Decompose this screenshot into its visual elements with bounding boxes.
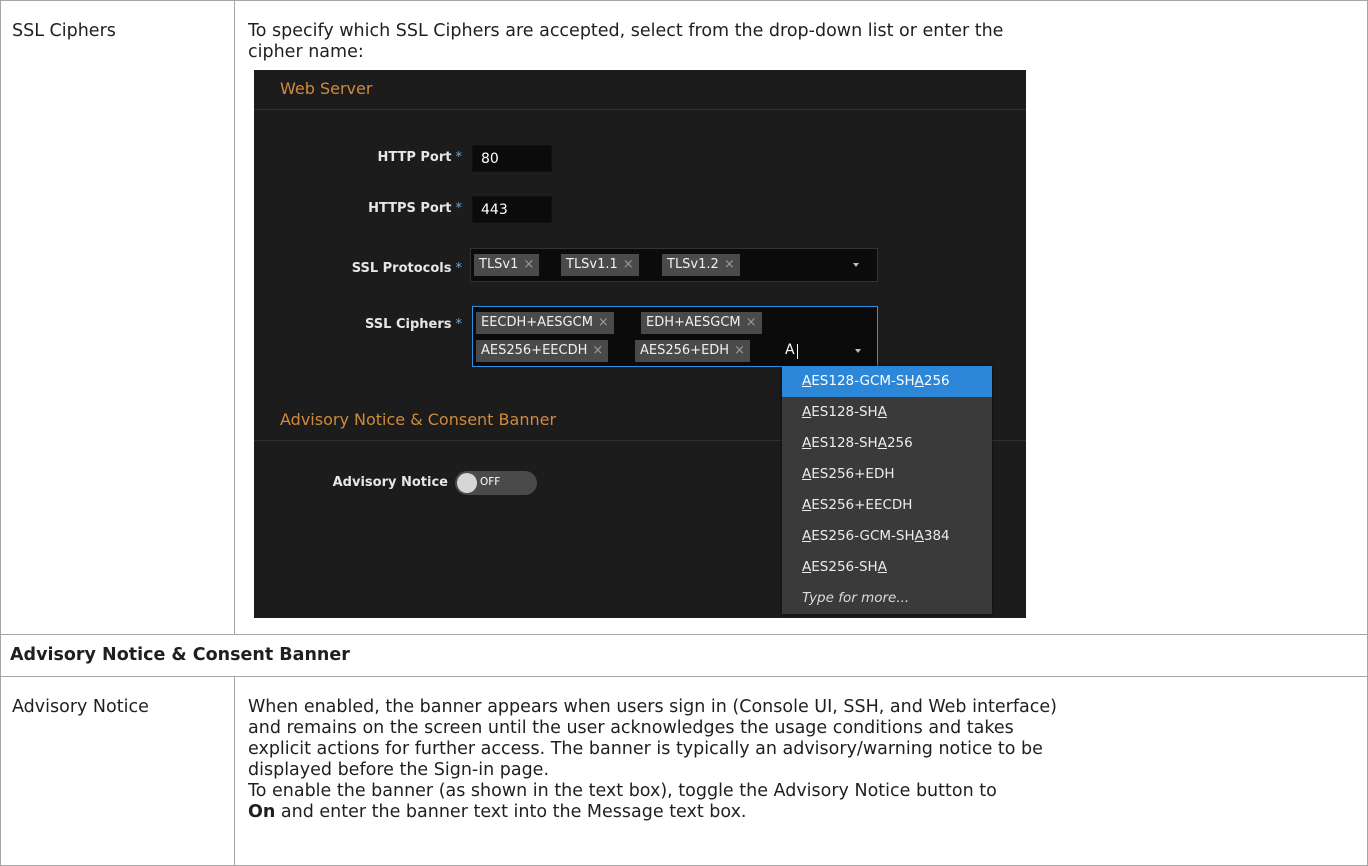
table-column-divider bbox=[234, 676, 235, 866]
section-divider bbox=[254, 109, 1026, 110]
ssl-ciphers-label: SSL Ciphers * bbox=[365, 317, 463, 332]
remove-tag-icon[interactable]: × bbox=[523, 257, 534, 272]
dropdown-option[interactable]: AES256+EECDH bbox=[782, 490, 992, 521]
dropdown-option[interactable]: AES256+EDH bbox=[782, 459, 992, 490]
row-label-ssl-ciphers: SSL Ciphers bbox=[12, 21, 116, 41]
row-description-line: To enable the banner (as shown in the te… bbox=[248, 781, 997, 801]
dropdown-option[interactable]: AES128-SHA bbox=[782, 397, 992, 428]
advisory-notice-heading: Advisory Notice & Consent Banner bbox=[280, 410, 557, 429]
cipher-tag[interactable]: AES256+EDH × bbox=[635, 340, 750, 362]
required-marker: * bbox=[455, 201, 463, 216]
web-server-settings-screenshot: Web Server HTTP Port * 80 HTTPS Port * 443… bbox=[254, 70, 1026, 618]
row-description-line: To specify which SSL Ciphers are accepte… bbox=[248, 21, 1004, 41]
http-port-input[interactable]: 80 bbox=[472, 145, 552, 172]
remove-tag-icon[interactable]: × bbox=[592, 343, 603, 358]
remove-tag-icon[interactable]: × bbox=[598, 315, 609, 330]
row-description-line: On and enter the banner text into the Me… bbox=[248, 802, 747, 822]
cipher-tag[interactable]: EECDH+AESGCM × bbox=[476, 312, 614, 334]
ssl-ciphers-select[interactable]: EECDH+AESGCM × EDH+AESGCM × AES256+EECDH × … bbox=[472, 306, 878, 367]
required-marker: * bbox=[455, 261, 463, 276]
advisory-notice-toggle[interactable]: OFF bbox=[455, 471, 537, 495]
row-description-line: displayed before the Sign-in page. bbox=[248, 760, 550, 780]
advisory-notice-label: Advisory Notice bbox=[332, 475, 448, 490]
toggle-state-label: OFF bbox=[480, 476, 501, 488]
dropdown-option[interactable]: AES128-GCM-SHA256 bbox=[782, 366, 992, 397]
https-port-label: HTTPS Port * bbox=[368, 201, 463, 216]
protocol-tag[interactable]: TLSv1.1 × bbox=[561, 254, 639, 276]
emphasis-on: On bbox=[248, 802, 276, 822]
protocol-tag[interactable]: TLSv1 × bbox=[474, 254, 540, 276]
web-server-heading: Web Server bbox=[280, 79, 373, 98]
remove-tag-icon[interactable]: × bbox=[724, 257, 735, 272]
dropdown-option[interactable]: AES128-SHA256 bbox=[782, 428, 992, 459]
http-port-label: HTTP Port * bbox=[377, 150, 463, 165]
ssl-protocols-label: SSL Protocols * bbox=[351, 261, 463, 276]
section-header: Advisory Notice & Consent Banner bbox=[10, 645, 350, 665]
table-border-left bbox=[0, 0, 1, 866]
required-marker: * bbox=[455, 150, 463, 165]
dropdown-option[interactable]: AES256-SHA bbox=[782, 552, 992, 583]
toggle-knob bbox=[457, 473, 477, 493]
row-description-line: cipher name: bbox=[248, 42, 364, 62]
row-description-line: and remains on the screen until the user… bbox=[248, 718, 1014, 738]
row-description-line: When enabled, the banner appears when us… bbox=[248, 697, 1057, 717]
dropdown-type-for-more: Type for more... bbox=[802, 590, 910, 606]
https-port-input[interactable]: 443 bbox=[472, 196, 552, 223]
cipher-search-text[interactable]: A bbox=[785, 342, 795, 358]
table-row-divider bbox=[0, 634, 1368, 635]
chevron-down-icon[interactable] bbox=[855, 349, 861, 353]
cipher-tag[interactable]: EDH+AESGCM × bbox=[641, 312, 762, 334]
row-description-line: explicit actions for further access. The… bbox=[248, 739, 1043, 759]
ssl-protocols-select[interactable]: TLSv1 × TLSv1.1 × TLSv1.2 × bbox=[470, 248, 878, 282]
table-row-divider bbox=[0, 676, 1368, 677]
cipher-tag[interactable]: AES256+EECDH × bbox=[476, 340, 609, 362]
remove-tag-icon[interactable]: × bbox=[623, 257, 634, 272]
remove-tag-icon[interactable]: × bbox=[734, 343, 745, 358]
chevron-down-icon[interactable] bbox=[853, 263, 859, 267]
protocol-tag[interactable]: TLSv1.2 × bbox=[662, 254, 740, 276]
row-label-advisory-notice: Advisory Notice bbox=[12, 697, 149, 717]
table-border-top bbox=[0, 0, 1368, 1]
dropdown-option[interactable]: AES256-GCM-SHA384 bbox=[782, 521, 992, 552]
cipher-options-dropdown[interactable]: AES128-GCM-SHA256 AES128-SHA AES128-SHA2… bbox=[782, 366, 992, 614]
table-column-divider bbox=[234, 0, 235, 634]
text-cursor bbox=[797, 344, 798, 359]
documentation-table: SSL Ciphers To specify which SSL Ciphers… bbox=[0, 0, 1368, 866]
remove-tag-icon[interactable]: × bbox=[746, 315, 757, 330]
required-marker: * bbox=[455, 317, 463, 332]
